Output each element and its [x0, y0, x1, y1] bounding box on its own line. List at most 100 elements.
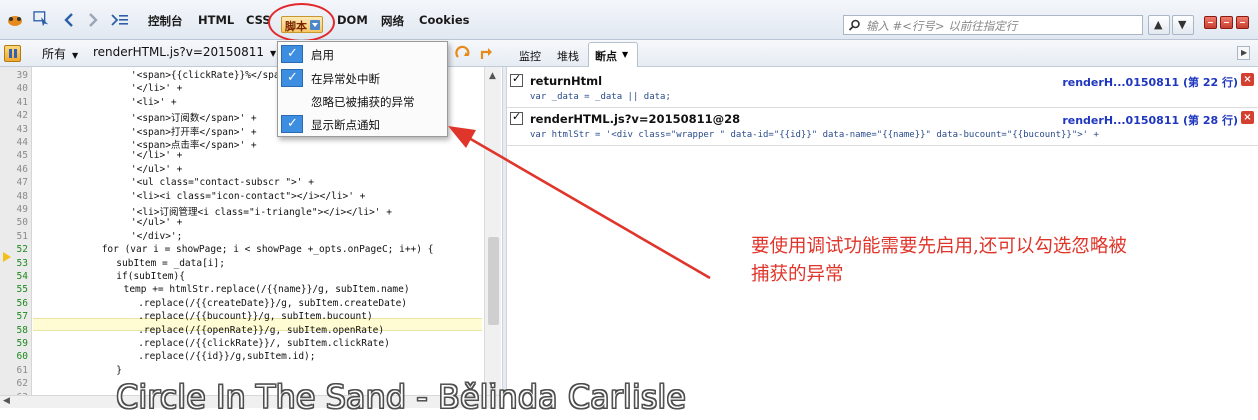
code-line: '</ul>' +: [130, 217, 183, 229]
search-placeholder: 输入 #<行号> 以前往指定行: [866, 19, 1018, 33]
code-line: .replace(/{{openRate}}/g, subItem.openRa…: [138, 324, 385, 336]
pause-icon[interactable]: [4, 45, 21, 62]
chevron-down-icon: ▼: [622, 50, 629, 59]
line-number[interactable]: 55: [0, 284, 28, 295]
tab-dom[interactable]: DOM: [337, 13, 368, 27]
code-line: .replace(/{{createDate}}/g, subItem.crea…: [138, 297, 408, 309]
code-line: '<span>打开率</span>' +: [130, 126, 257, 138]
line-number[interactable]: 42: [0, 110, 28, 121]
close-button[interactable]: [1236, 16, 1249, 29]
line-number[interactable]: 59: [0, 338, 28, 349]
line-number[interactable]: 46: [0, 164, 28, 175]
chevron-right-icon: ▶: [1241, 48, 1248, 57]
search-icon: [848, 19, 860, 31]
minimize-button[interactable]: [1204, 16, 1217, 29]
file-select[interactable]: renderHTML.js?v=20150811 ▼: [93, 45, 276, 59]
line-number[interactable]: 48: [0, 191, 28, 202]
line-number[interactable]: 62: [0, 378, 28, 389]
breakpoint-location-link[interactable]: renderH...0150811 (第 22 行): [1062, 74, 1238, 90]
code-line: '<span>{{clickRate}}%</span>' +: [130, 70, 309, 81]
code-line: .replace(/{{clickRate}}/, subItem.clickR…: [138, 338, 390, 349]
line-number[interactable]: 57: [0, 311, 28, 322]
breakpoint-item[interactable]: returnHtml renderH...0150811 (第 22 行) × …: [507, 70, 1258, 108]
breakpoint-location-link[interactable]: renderH...0150811 (第 28 行): [1062, 112, 1238, 128]
tab-watch[interactable]: 监控: [519, 48, 541, 64]
line-number[interactable]: 43: [0, 124, 28, 135]
annotation-text: 要使用调试功能需要先启用,还可以勾选忽略被 捕获的异常: [751, 233, 1127, 289]
command-line-icon[interactable]: [110, 12, 130, 28]
code-line: '</li>' +: [130, 83, 183, 95]
annotation-circle: [268, 3, 335, 42]
code-line: '<li><i class="icon-contact"></i></li>' …: [130, 190, 366, 202]
line-number[interactable]: 58: [0, 325, 28, 336]
tab-stack[interactable]: 堆栈: [557, 48, 579, 64]
line-number[interactable]: 61: [0, 365, 28, 376]
script-options-menu: 启用 在异常处中断 忽略已被捕获的异常 显示断点通知: [277, 41, 448, 137]
tab-cookies[interactable]: Cookies: [419, 13, 469, 27]
step-over-icon[interactable]: [455, 45, 471, 61]
chevron-down-icon: ▼: [270, 49, 277, 58]
check-icon: [281, 69, 303, 87]
filter-select[interactable]: 所有 ▼: [42, 45, 78, 62]
line-number[interactable]: 47: [0, 177, 28, 188]
code-line: '</ul>' +: [130, 163, 183, 175]
close-icon[interactable]: ×: [1241, 111, 1254, 124]
code-line: temp += htmlStr.replace(/{{name}}/g, sub…: [123, 284, 410, 296]
menu-item-label: 启用: [311, 48, 334, 62]
code-line: '<li>' +: [130, 96, 177, 108]
line-number[interactable]: 51: [0, 231, 28, 242]
step-out-icon[interactable]: [478, 45, 494, 61]
inspect-icon[interactable]: [32, 11, 52, 27]
line-number[interactable]: 40: [0, 83, 28, 94]
code-line: }: [116, 364, 123, 376]
check-icon: [281, 115, 303, 133]
menu-item-ignore-caught-exceptions[interactable]: 忽略已被捕获的异常: [278, 90, 447, 112]
tab-css[interactable]: CSS: [246, 13, 271, 27]
line-number[interactable]: 41: [0, 97, 28, 108]
tab-network[interactable]: 网络: [381, 13, 404, 29]
tab-breakpoints-label: 断点: [595, 50, 617, 63]
back-arrow-icon[interactable]: [62, 12, 76, 28]
file-select-label: renderHTML.js?v=20150811: [93, 45, 264, 59]
line-number[interactable]: 39: [0, 70, 28, 81]
line-number[interactable]: 50: [0, 217, 28, 228]
video-caption: Circle In The Sand - Bělinda Carlisle: [116, 378, 687, 417]
menu-item-label: 在异常处中断: [311, 72, 380, 86]
code-line: '<span>点击率</span>' +: [130, 140, 257, 151]
line-gutter[interactable]: 39 40 41 42 43 44 45 46 47 48 49 50 51 52 53 54 55 56 57 58…: [0, 67, 32, 395]
code-line: .replace(/{{bucount}}/g, subItem.bucount…: [138, 311, 373, 323]
annotation-line: 捕获的异常: [751, 264, 844, 285]
chevron-up-icon[interactable]: ▲: [489, 71, 496, 81]
panel-scroll-right-button[interactable]: ▶: [1237, 46, 1250, 60]
menu-item-show-breakpoint-notifications[interactable]: 显示断点通知: [278, 113, 447, 135]
close-icon[interactable]: ×: [1241, 73, 1254, 86]
search-input[interactable]: 输入 #<行号> 以前往指定行: [843, 15, 1143, 35]
chevron-left-icon[interactable]: ◀: [3, 396, 10, 406]
chevron-down-icon: ▼: [72, 51, 79, 60]
line-number[interactable]: 54: [0, 271, 28, 282]
tab-breakpoints[interactable]: 断点 ▼: [588, 42, 638, 67]
forward-arrow-icon[interactable]: [86, 12, 100, 28]
menu-item-label: 忽略已被捕获的异常: [311, 95, 415, 109]
search-next-button[interactable]: ▼: [1172, 15, 1194, 35]
line-number[interactable]: 49: [0, 204, 28, 215]
line-number[interactable]: 60: [0, 351, 28, 362]
firebug-window: 控制台 HTML CSS 脚本 DOM 网络 Cookies 输入 #<行号> …: [0, 0, 1258, 420]
code-line: subItem = _data[i];: [116, 257, 225, 269]
code-line: '</li>' +: [130, 150, 183, 162]
menu-item-label: 显示断点通知: [311, 118, 380, 132]
tab-console[interactable]: 控制台: [148, 13, 183, 29]
firebug-icon[interactable]: [6, 12, 24, 28]
search-prev-button[interactable]: ▲: [1148, 15, 1170, 35]
line-number[interactable]: 45: [0, 150, 28, 161]
chevron-up-icon: ▲: [1154, 18, 1163, 31]
detach-button[interactable]: [1220, 16, 1233, 29]
breakpoint-checkbox[interactable]: [510, 72, 523, 87]
main-toolbar: 控制台 HTML CSS 脚本 DOM 网络 Cookies 输入 #<行号> …: [0, 0, 1258, 40]
line-number[interactable]: 56: [0, 298, 28, 309]
menu-item-enable[interactable]: 启用: [278, 43, 447, 65]
menu-item-break-on-exceptions[interactable]: 在异常处中断: [278, 67, 447, 89]
tab-html[interactable]: HTML: [198, 13, 234, 27]
line-number[interactable]: 44: [0, 137, 28, 148]
execution-arrow-icon: [3, 252, 11, 262]
